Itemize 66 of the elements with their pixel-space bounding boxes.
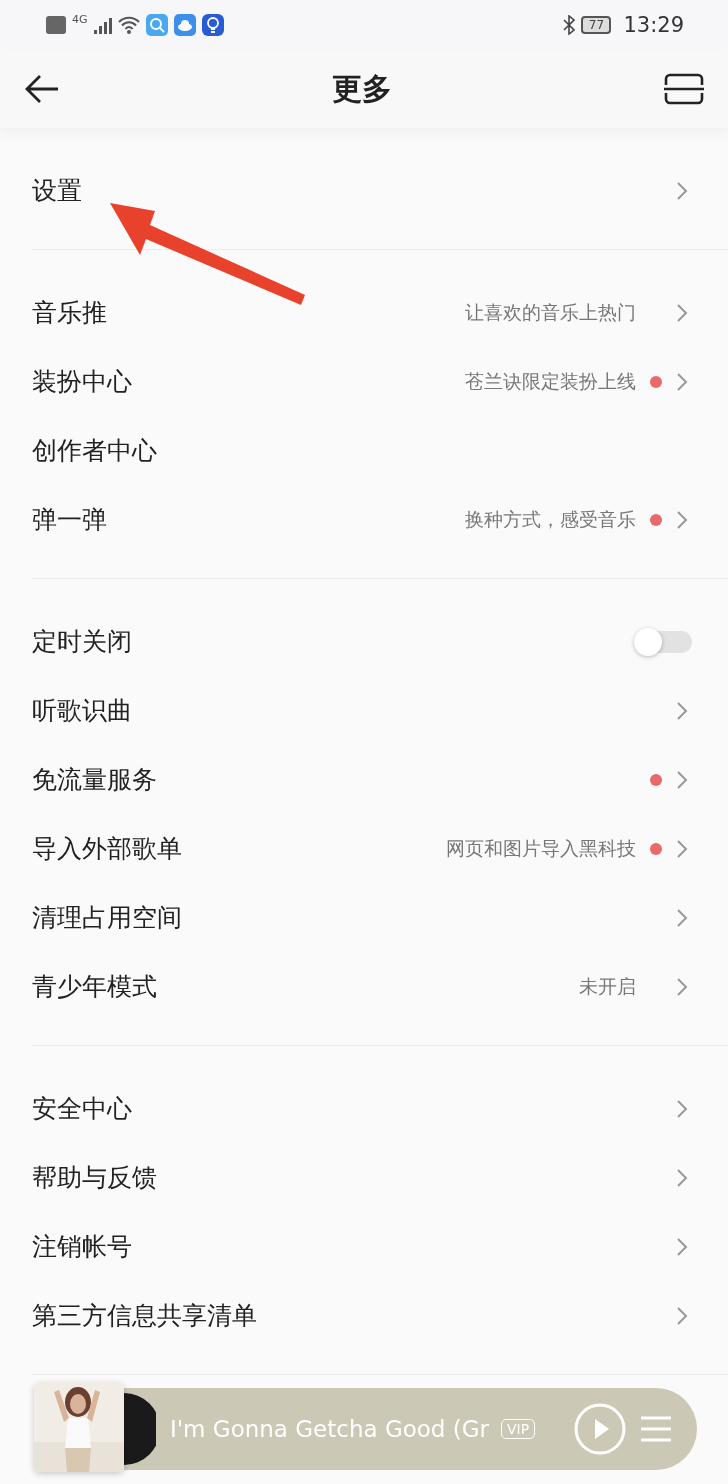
back-button[interactable] [24,74,60,104]
menu-item[interactable]: 设置 [32,156,728,225]
menu-item[interactable]: 帮助与反馈 [32,1143,728,1212]
chevron-icon [676,976,688,997]
menu-label: 导入外部歌单 [32,833,183,865]
menu-label: 创作者中心 [32,435,158,467]
menu-hint: 让喜欢的音乐上热门 [465,299,636,325]
menu-label: 清理占用空间 [32,902,183,934]
cloud-app-icon [173,14,196,36]
menu-item[interactable]: 青少年模式 未开启 [32,952,728,1021]
menu-label: 第三方信息共享清单 [32,1300,258,1332]
bluetooth-icon [563,15,576,35]
chevron-icon [676,769,688,790]
chevron-icon [676,1167,688,1188]
chevron-icon [676,907,688,928]
chevron-icon [676,371,688,392]
menu-hint: 换种方式，感受音乐 [465,506,636,532]
menu-hint: 网页和图片导入黑科技 [446,835,636,861]
toggle-switch[interactable] [634,630,692,653]
menu-label: 定时关闭 [32,626,133,658]
menu-label: 青少年模式 [32,971,158,1003]
chevron-icon [676,180,688,201]
play-button[interactable] [573,1402,627,1456]
page-title: 更多 [332,69,392,108]
bulb-app-icon [201,14,224,36]
search-app-icon [145,14,168,36]
menu-label: 音乐推 [32,297,108,329]
network-label: 4G [72,13,88,26]
menu-label: 帮助与反馈 [32,1162,158,1194]
playlist-button[interactable] [639,1414,673,1444]
scan-button[interactable] [664,73,704,105]
menu-item[interactable]: 免流量服务 [32,745,728,814]
menu-item[interactable]: 音乐推 让喜欢的音乐上热门 [32,278,728,347]
clock: 13:29 [623,13,684,37]
chevron-icon [676,700,688,721]
menu-item[interactable]: 导入外部歌单 网页和图片导入黑科技 [32,814,728,883]
menu-item[interactable]: 弹一弹 换种方式，感受音乐 [32,485,728,554]
chevron-icon [676,838,688,859]
menu-label: 装扮中心 [32,366,133,398]
menu-label: 听歌识曲 [32,695,133,727]
menu-label: 注销帐号 [32,1231,133,1263]
chevron-icon [676,1236,688,1257]
chevron-icon [676,1305,688,1326]
menu-item[interactable]: 注销帐号 [32,1212,728,1281]
menu-item[interactable]: 创作者中心 [32,416,728,485]
chevron-icon [676,302,688,323]
menu-item[interactable]: 第三方信息共享清单 [32,1281,728,1350]
menu-item[interactable]: 清理占用空间 [32,883,728,952]
menu-label: 设置 [32,175,83,207]
menu-item[interactable]: 听歌识曲 [32,676,728,745]
song-title: I'm Gonna Getcha Good (Gr [170,1416,490,1442]
menu-label: 安全中心 [32,1093,133,1125]
vip-badge: VIP [501,1419,536,1439]
menu-hint: 苍兰诀限定装扮上线 [465,368,636,394]
chevron-icon [676,509,688,530]
hd-icon [46,16,66,34]
menu-item[interactable]: 安全中心 [32,1074,728,1143]
battery-level: 77 [581,16,612,34]
menu-hint: 未开启 [579,973,636,999]
wifi-icon [117,16,140,34]
chevron-icon [676,1098,688,1119]
menu-item[interactable]: 定时关闭 [32,607,728,676]
menu-label: 弹一弹 [32,504,108,536]
signal-icon [93,16,112,34]
menu-label: 免流量服务 [32,764,158,796]
menu-item[interactable]: 装扮中心 苍兰诀限定装扮上线 [32,347,728,416]
